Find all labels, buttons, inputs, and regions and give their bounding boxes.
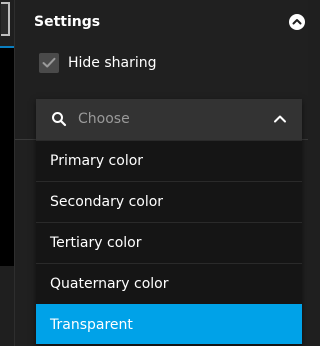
option-label: Primary color [50, 153, 144, 169]
option-label: Secondary color [50, 194, 164, 210]
hide-sharing-option[interactable]: Hide sharing [39, 52, 289, 74]
dropdown-option-primary-color[interactable]: Primary color [36, 140, 302, 180]
chevron-up-icon[interactable] [273, 112, 287, 126]
settings-header[interactable]: Settings [15, 0, 308, 44]
color-dropdown[interactable]: Choose Primary color Secondary color Ter… [36, 99, 302, 345]
background-thumbnail[interactable] [1, 2, 10, 36]
background-accent-line [0, 46, 14, 48]
option-label: Transparent [50, 317, 133, 333]
option-label: Tertiary color [50, 235, 142, 251]
background-app-footer [0, 266, 14, 346]
collapse-icon[interactable] [289, 14, 305, 30]
dropdown-search-bar[interactable]: Choose [36, 99, 302, 140]
settings-panel: Settings Hide sharing Choose Primary col… [14, 0, 308, 346]
search-icon [52, 112, 67, 127]
hide-sharing-checkbox[interactable] [39, 53, 59, 73]
dropdown-option-tertiary-color[interactable]: Tertiary color [36, 222, 302, 262]
option-label: Quaternary color [50, 276, 169, 292]
page: Settings Hide sharing Choose Primary col… [0, 0, 308, 346]
hide-sharing-label: Hide sharing [68, 55, 157, 71]
settings-title: Settings [34, 14, 101, 30]
background-app-toolbar [0, 0, 14, 46]
dropdown-option-transparent[interactable]: Transparent [36, 304, 302, 344]
dropdown-option-quaternary-color[interactable]: Quaternary color [36, 263, 302, 303]
dropdown-search-input[interactable]: Choose [78, 110, 130, 128]
dropdown-option-secondary-color[interactable]: Secondary color [36, 181, 302, 221]
